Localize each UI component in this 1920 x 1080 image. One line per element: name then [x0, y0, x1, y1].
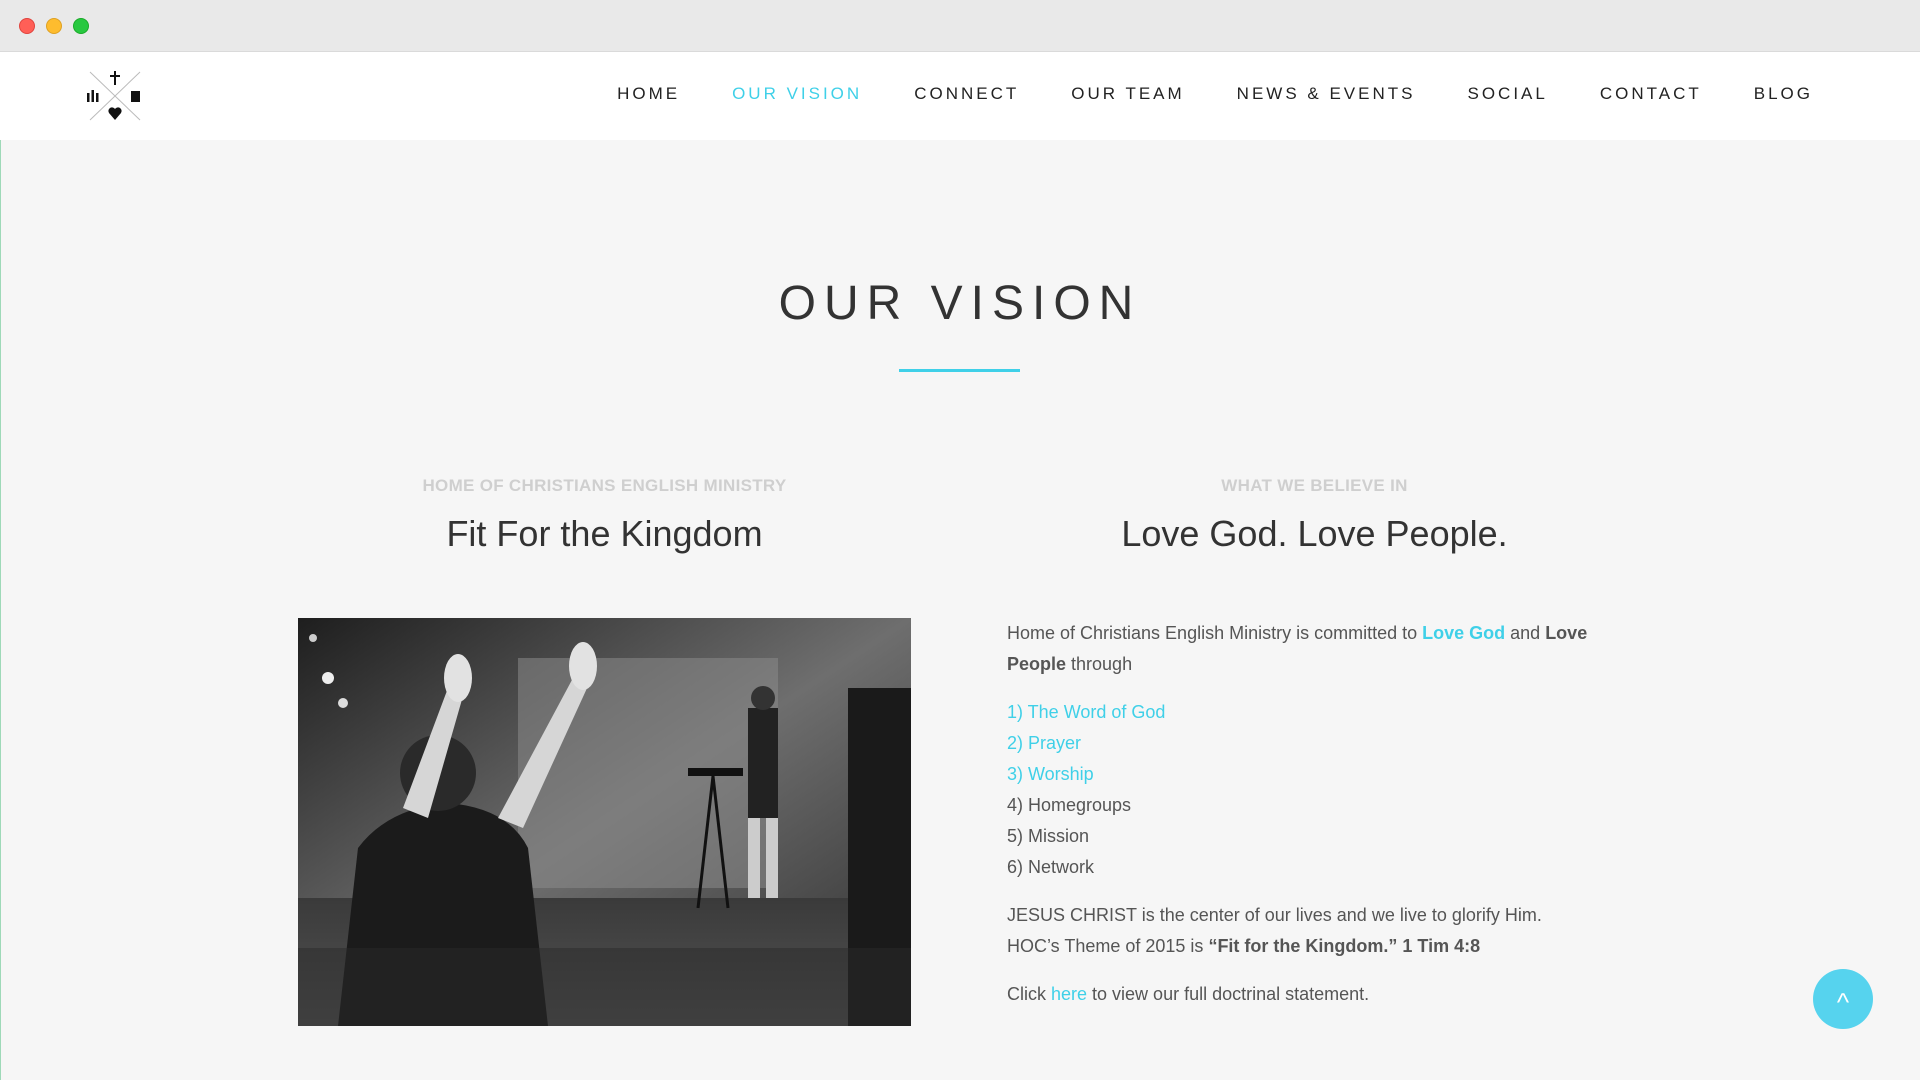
- intro-text: Home of Christians English Ministry is c…: [1007, 623, 1423, 643]
- nav-contact[interactable]: CONTACT: [1600, 84, 1702, 104]
- right-eyebrow: WHAT WE BELIEVE IN: [1221, 476, 1408, 495]
- nav-social[interactable]: SOCIAL: [1467, 84, 1547, 104]
- nav-our-vision[interactable]: OUR VISION: [732, 84, 862, 104]
- nav-our-team[interactable]: OUR TEAM: [1071, 84, 1184, 104]
- main-nav: HOME OUR VISION CONNECT OUR TEAM NEWS & …: [565, 84, 1813, 104]
- page-title: OUR VISION: [778, 277, 1142, 330]
- list-item-worship[interactable]: 3) Worship: [1007, 759, 1627, 790]
- doctrine-here-link[interactable]: here: [1051, 984, 1087, 1004]
- left-heading: Fit For the Kingdom: [446, 513, 763, 554]
- window-edge: [0, 52, 1, 1080]
- worship-photo: [298, 618, 911, 1026]
- nav-news-events[interactable]: NEWS & EVENTS: [1237, 84, 1416, 104]
- close-window-button[interactable]: [19, 18, 35, 34]
- nav-blog[interactable]: BLOG: [1754, 84, 1813, 104]
- theme-text: HOC’s Theme of 2015 is: [1007, 936, 1209, 956]
- theme-verse: “Fit for the Kingdom.” 1 Tim 4:8: [1208, 936, 1481, 956]
- doctrine-text: to view our full doctrinal statement.: [1087, 984, 1370, 1004]
- intro-paragraph: Home of Christians English Ministry is c…: [1007, 618, 1627, 680]
- maximize-window-button[interactable]: [73, 18, 89, 34]
- list-item-mission: 5) Mission: [1007, 826, 1090, 846]
- site-logo[interactable]: [82, 68, 148, 124]
- intro-through-text: through: [1066, 654, 1133, 674]
- doctrine-paragraph: Click here to view our full doctrinal st…: [1007, 979, 1627, 1010]
- back-to-top-button[interactable]: ^: [1813, 969, 1873, 1029]
- site-header: HOME OUR VISION CONNECT OUR TEAM NEWS & …: [0, 52, 1920, 140]
- vision-list: 1) The Word of God 2) Prayer 3) Worship …: [1007, 697, 1627, 883]
- theme-paragraph: JESUS CHRIST is the center of our lives …: [1007, 900, 1627, 962]
- list-item-word-of-god[interactable]: 1) The Word of God: [1007, 697, 1627, 728]
- left-eyebrow: HOME OF CHRISTIANS ENGLISH MINISTRY: [422, 476, 787, 495]
- intro-and-text: and: [1505, 623, 1546, 643]
- vision-body: Home of Christians English Ministry is c…: [1007, 618, 1627, 1027]
- list-item-network: 6) Network: [1007, 857, 1095, 877]
- nav-home[interactable]: HOME: [617, 84, 680, 104]
- center-line: JESUS CHRIST is the center of our lives …: [1007, 905, 1542, 925]
- browser-title-bar: [0, 0, 1920, 52]
- click-text: Click: [1007, 984, 1051, 1004]
- title-divider: [899, 369, 1020, 372]
- love-god-link[interactable]: Love God: [1422, 623, 1505, 643]
- list-item-homegroups: 4) Homegroups: [1007, 795, 1132, 815]
- list-item-prayer[interactable]: 2) Prayer: [1007, 728, 1627, 759]
- right-heading: Love God. Love People.: [1121, 513, 1508, 554]
- nav-connect[interactable]: CONNECT: [914, 84, 1019, 104]
- minimize-window-button[interactable]: [46, 18, 62, 34]
